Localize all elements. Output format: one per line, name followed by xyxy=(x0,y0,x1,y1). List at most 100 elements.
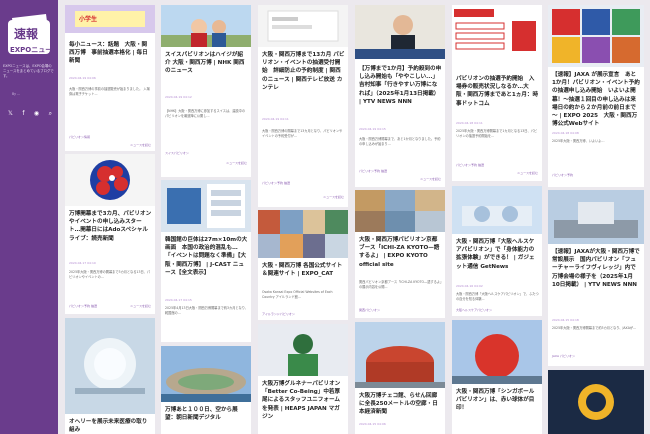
sidebar-link[interactable]: By ... xyxy=(12,92,20,96)
article-title[interactable]: パビリオンの抽選予約開始 入場券の販売状況しなるか…大阪・関西万博まであと1ヵ月… xyxy=(456,75,539,117)
article-tag[interactable]: パビリオン情報 xyxy=(69,135,90,139)
article-excerpt: 大阪・関西万博の開幕まで13カ月となり、パビリオンやイベントの予約受付が... xyxy=(262,129,343,138)
x-icon[interactable]: 𝕏 xyxy=(8,110,13,118)
article-title[interactable]: 大阪・関西万博パビリオン京都ブース「ICHI-ZA KYOTO—語するよ」 | … xyxy=(359,236,442,276)
article-excerpt: 大阪・関西万博「大阪ヘルスケアパビリオン」で、ふたつの自分を知る体験... xyxy=(456,292,539,301)
article-thumbnail xyxy=(548,5,644,67)
read-more-link[interactable]: ニュースを読む xyxy=(420,177,441,181)
article-tag[interactable]: JAXA パビリオン xyxy=(552,354,575,358)
article-title[interactable]: 大阪万博グルネナーパビリオン「Better Co-Being」中若厚尾によるスタ… xyxy=(262,380,345,430)
article-title[interactable]: 【万博まで1か月】予約殺到の申し込み開始も「ややこしい...」吉村知事「行きやす… xyxy=(359,65,442,123)
article-title[interactable]: 大阪・関西万博「大阪ヘルスケアパビリオン」で「身体能力の拡張体験」ができる！ |… xyxy=(456,238,539,280)
logo-icon: 速報 EXPOニュース xyxy=(8,14,59,54)
article-tag[interactable]: アイルランドパビリオン xyxy=(262,312,295,316)
article-thumbnail xyxy=(452,5,542,69)
article-thumbnail xyxy=(258,324,348,376)
article-excerpt: 関西パビリオン京都ブース「ICHI-ZA KYOTO—語するよ」の展示内容を公開… xyxy=(359,280,442,289)
article-date: 2024.04.18 04:11 xyxy=(456,121,483,125)
sidebar-icons: 𝕏 f ◉ ⌕ xyxy=(8,110,52,118)
article-date: 2024.04.19 04:12 xyxy=(165,95,192,99)
article-card[interactable]: 【速報】JAXAが大阪・関西万博で常設展示 国内パビリオン「フューチャーライフヴ… xyxy=(548,190,644,366)
article-title[interactable]: 大阪・関西万博 各国公式サイト＆関連サイト | EXPO_CAT xyxy=(262,262,345,286)
article-date: 2024.04.19 04:15 xyxy=(359,127,386,131)
article-date: 2024.04.17 04:10 xyxy=(69,261,96,265)
article-title[interactable]: 万博開幕まで3カ月、パビリオンやイベントの申し込みスタート…開幕日にはAdoスペ… xyxy=(69,210,152,258)
article-excerpt: 2025年大阪・関西万博開幕まで1カ月となる13日、パビリオンの抽選予約開始を.… xyxy=(456,129,538,138)
svg-text:EXPOニュース: EXPOニュース xyxy=(10,46,52,54)
article-card[interactable]: 大阪・関西万博 各国公式サイト＆関連サイト | EXPO_CAT Osaka K… xyxy=(258,210,348,320)
article-title[interactable]: 韓国館の巨体は27m×10mの大画面 本国の政治的混乱も…「イベントは問題なく準… xyxy=(165,236,248,294)
article-title[interactable]: 万博あと１００日、空から展望：朝日新聞デジタル xyxy=(165,406,248,430)
article-card[interactable]: 韓国館の巨体は27m×10mの大画面 本国の政治的混乱も…「イベントは問題なく準… xyxy=(161,180,251,342)
article-card[interactable]: 大阪・関西万博パビリオン京都ブース「ICHI-ZA KYOTO—語するよ」 | … xyxy=(355,190,445,318)
article-card[interactable]: パビリオンの抽選予約開始 入場券の販売状況しなるか…大阪・関西万博まであと1ヵ月… xyxy=(452,5,542,181)
article-thumbnail xyxy=(161,346,251,402)
site-description: EXPOニュースは、EXPO会場のニュースをまとめているブログです。 xyxy=(3,64,54,78)
sidebar: 速報 EXPOニュース EXPOニュースは、EXPO会場のニュースをまとめている… xyxy=(0,0,59,434)
article-card[interactable]: 万博開幕まで3カ月、パビリオンやイベントの申し込みスタート…開幕日にはAdoスペ… xyxy=(65,154,155,314)
article-thumbnail xyxy=(355,322,445,388)
article-excerpt: 2025年大阪・関西万博、いよいよ... xyxy=(552,139,605,143)
article-tag[interactable]: パビリオン予約 抽選 xyxy=(359,169,387,173)
article-thumbnail xyxy=(355,5,445,59)
article-card[interactable]: 大阪・関西万博まで13カ月 パビリオン・イベントの抽選受付開始 詳細防止の予約制… xyxy=(258,5,348,207)
article-tag[interactable]: 関西パビリオン xyxy=(359,308,380,312)
facebook-icon[interactable]: f xyxy=(22,110,24,118)
article-excerpt: 大阪・関西万博の事前の抽選販売が始まりました。 入場券は電子チケット... xyxy=(69,87,150,96)
article-date: 2024.04.19 04:06 xyxy=(69,76,96,80)
article-tag[interactable]: パビリオン予約 xyxy=(552,173,573,177)
article-date: 2024.04.15 04:18 xyxy=(552,318,579,322)
article-title[interactable]: 【速報】JAXA が展示宣言 あと1か月！パビリオン・イベント予約の抽選申し込み… xyxy=(552,71,640,129)
rss-icon[interactable]: ◉ xyxy=(34,110,39,118)
article-thumbnail xyxy=(355,190,445,232)
article-card[interactable]: 万博あと１００日、空から展望：朝日新聞デジタル xyxy=(161,346,251,434)
article-card[interactable]: 小学生 毎小ニュース：話題 大阪・関西万博 事前抽選本格化 | 毎日新聞 202… xyxy=(65,5,155,151)
article-title[interactable]: 大阪万博チェコ館、らせん回廊に全長250メートルの空廊・日本経済新聞 xyxy=(359,392,442,418)
article-tag[interactable]: スイスパビリオン xyxy=(165,151,189,155)
article-card[interactable]: 【速報】JAXA が展示宣言 あと1か月！パビリオン・イベント予約の抽選申し込み… xyxy=(548,5,644,187)
article-excerpt: 2025年大阪・関西万博開幕まで約3カ月となり、JAXAが... xyxy=(552,326,637,330)
read-more-link[interactable]: ニュースを読む xyxy=(323,195,344,199)
article-thumbnail: 小学生 xyxy=(65,5,155,33)
article-card[interactable]: 大阪万博チェコ館、らせん回廊に全長250メートルの空廊・日本経済新聞 2024.… xyxy=(355,322,445,434)
read-more-link[interactable]: ニュースを読む xyxy=(130,304,151,308)
article-date: 2024.04.19 04:11 xyxy=(262,117,289,121)
svg-text:速報: 速報 xyxy=(14,26,39,41)
site-logo[interactable]: 速報 EXPOニュース xyxy=(6,14,59,62)
article-tag[interactable]: パビリオン予約 抽選 xyxy=(69,304,97,308)
article-title[interactable]: オヘリーを展示未来医療の取り組み xyxy=(69,418,152,432)
article-title[interactable]: 毎小ニュース：話題 大阪・関西万博 事前抽選本格化 | 毎日新聞 xyxy=(69,41,152,74)
article-thumbnail xyxy=(65,318,155,414)
article-thumbnail xyxy=(548,190,644,244)
article-excerpt: 2025年大阪・関西万博の開幕まで3カ月となる13日、パビリオンやイベントの..… xyxy=(69,270,151,279)
article-card[interactable]: スイスパビリオンはハイジが紹介 大阪・関西万博 | NHK 関西のニュース 20… xyxy=(161,5,251,177)
article-card[interactable]: オヘリーを展示未来医療の取り組み xyxy=(65,318,155,434)
article-tag[interactable]: 大阪ヘルスケアパビリオン xyxy=(456,308,492,312)
read-more-link[interactable]: ニュースを読む xyxy=(226,161,247,165)
read-more-link[interactable]: ニュースを読む xyxy=(130,143,151,147)
article-card[interactable]: 大阪万博グルネナーパビリオン「Better Co-Being」中若厚尾によるスタ… xyxy=(258,324,348,434)
article-thumbnail xyxy=(452,320,542,384)
article-excerpt: 大阪・関西万博開幕まで、あと1か月となりました。予約の申し込みが始まり... xyxy=(359,137,441,146)
article-date: 2024.04.17 04:15 xyxy=(165,298,192,302)
article-thumbnail xyxy=(258,210,348,258)
article-card[interactable]: 大阪・関西万博「シンガポールパビリオン」は、赤い球体が目印！ xyxy=(452,320,542,434)
article-card[interactable]: 【万博まで1か月】予約殺到の申し込み開始も「ややこしい...」吉村知事「行きやす… xyxy=(355,5,445,187)
article-excerpt: 2025年4月13日大阪・関西万博開幕まで約3カ月となり、韓国館の... xyxy=(165,306,248,315)
article-thumbnail xyxy=(65,154,155,206)
read-more-link[interactable]: ニュースを読む xyxy=(517,171,538,175)
article-thumbnail xyxy=(258,5,348,47)
article-card[interactable]: 大阪・関西万博「大阪ヘルスケアパビリオン」で「身体能力の拡張体験」ができる！ |… xyxy=(452,186,542,316)
article-title[interactable]: 大阪・関西万博「シンガポールパビリオン」は、赤い球体が目印！ xyxy=(456,388,539,414)
article-tag[interactable]: パビリオン予約 抽選 xyxy=(262,181,290,185)
article-card[interactable] xyxy=(548,370,644,434)
article-tag[interactable]: パビリオン予約 抽選 xyxy=(456,163,484,167)
article-excerpt: Osaka Kansai Expo Official Websites of E… xyxy=(262,290,333,299)
article-thumbnail xyxy=(548,370,644,434)
article-title[interactable]: スイスパビリオンはハイジが紹介 大阪・関西万博 | NHK 関西のニュース xyxy=(165,51,248,84)
article-thumbnail xyxy=(161,5,251,47)
article-title[interactable]: 大阪・関西万博まで13カ月 パビリオン・イベントの抽選受付開始 詳細防止の予約制… xyxy=(262,51,345,109)
article-date: 2024.04.15 04:06 xyxy=(359,422,386,426)
article-title[interactable]: 【速報】JAXAが大阪・関西万博で常設展示 国内パビリオン「フューチャーライフヴ… xyxy=(552,248,640,314)
search-icon[interactable]: ⌕ xyxy=(49,110,52,118)
